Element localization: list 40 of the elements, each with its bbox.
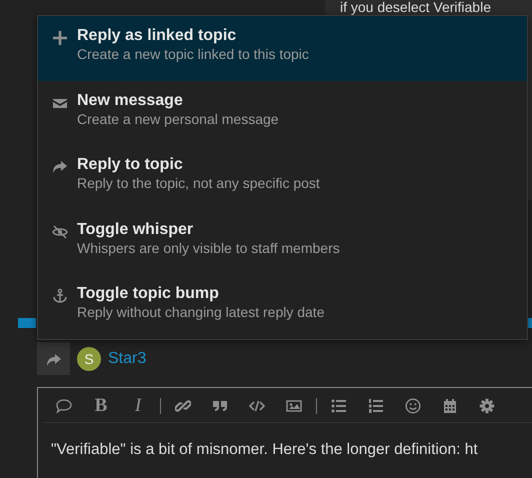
- smiley-icon[interactable]: [405, 398, 421, 414]
- post-text: if you deselect Verifiable: [340, 0, 492, 14]
- image-icon[interactable]: [286, 398, 302, 414]
- composer-editor[interactable]: B I "Verifiable" is a bit of misnomer. Here's the longer definition: ht: [37, 387, 532, 478]
- chat-bubble-icon[interactable]: [56, 398, 72, 414]
- menu-item-title: New message: [77, 92, 184, 110]
- menu-item-title: Reply to topic: [77, 156, 184, 174]
- menu-item-description: Reply without changing latest reply date: [77, 304, 324, 320]
- menu-item-title: Toggle whisper: [77, 220, 194, 239]
- eye-slash-icon: [52, 224, 68, 240]
- editor-text: "Verifiable" is a bit of misnomer. Here's the longer definition: ht: [50, 440, 479, 459]
- menu-item[interactable]: New message Create a new personal message: [38, 80, 527, 146]
- quote-icon[interactable]: [212, 398, 228, 414]
- link-icon[interactable]: [175, 398, 191, 414]
- menu-item-title: Toggle topic bump: [77, 285, 220, 304]
- user-avatar: S: [77, 346, 101, 370]
- settings-icon[interactable]: [479, 398, 495, 414]
- reply-type-button[interactable]: [37, 342, 70, 375]
- username-link[interactable]: Star3: [108, 350, 146, 368]
- menu-item[interactable]: Reply as linked topic Create a new topic linked to this topic: [38, 16, 527, 81]
- menu-item[interactable]: Toggle topic bump Reply without changing latest reply date: [38, 274, 527, 339]
- plus-icon: [52, 30, 68, 46]
- accent-bar: [528, 318, 532, 328]
- anchor-icon: [52, 288, 68, 304]
- bold-button[interactable]: B: [93, 398, 109, 414]
- menu-item[interactable]: Reply to topic Reply to the topic, not any specific post: [38, 145, 527, 210]
- share-icon: [46, 352, 62, 368]
- menu-item-description: Whispers are only visible to staff members: [77, 240, 340, 256]
- code-icon[interactable]: [249, 398, 265, 414]
- share-icon: [52, 159, 68, 176]
- menu-item-description: Reply to the topic, not any specific post: [77, 175, 320, 192]
- menu-item-description: Create a new topic linked to this topic: [77, 46, 309, 62]
- bullet-list-icon[interactable]: [331, 398, 347, 414]
- calendar-icon[interactable]: [442, 398, 458, 414]
- menu-item-description: Create a new personal message: [77, 110, 279, 127]
- italic-button[interactable]: I: [130, 398, 146, 414]
- accent-bar: [18, 318, 36, 328]
- menu-item[interactable]: Toggle whisper Whispers are only visible to staff members: [38, 210, 527, 274]
- menu-item-title: Reply as linked topic: [77, 27, 238, 45]
- numbered-list-icon[interactable]: [368, 398, 384, 414]
